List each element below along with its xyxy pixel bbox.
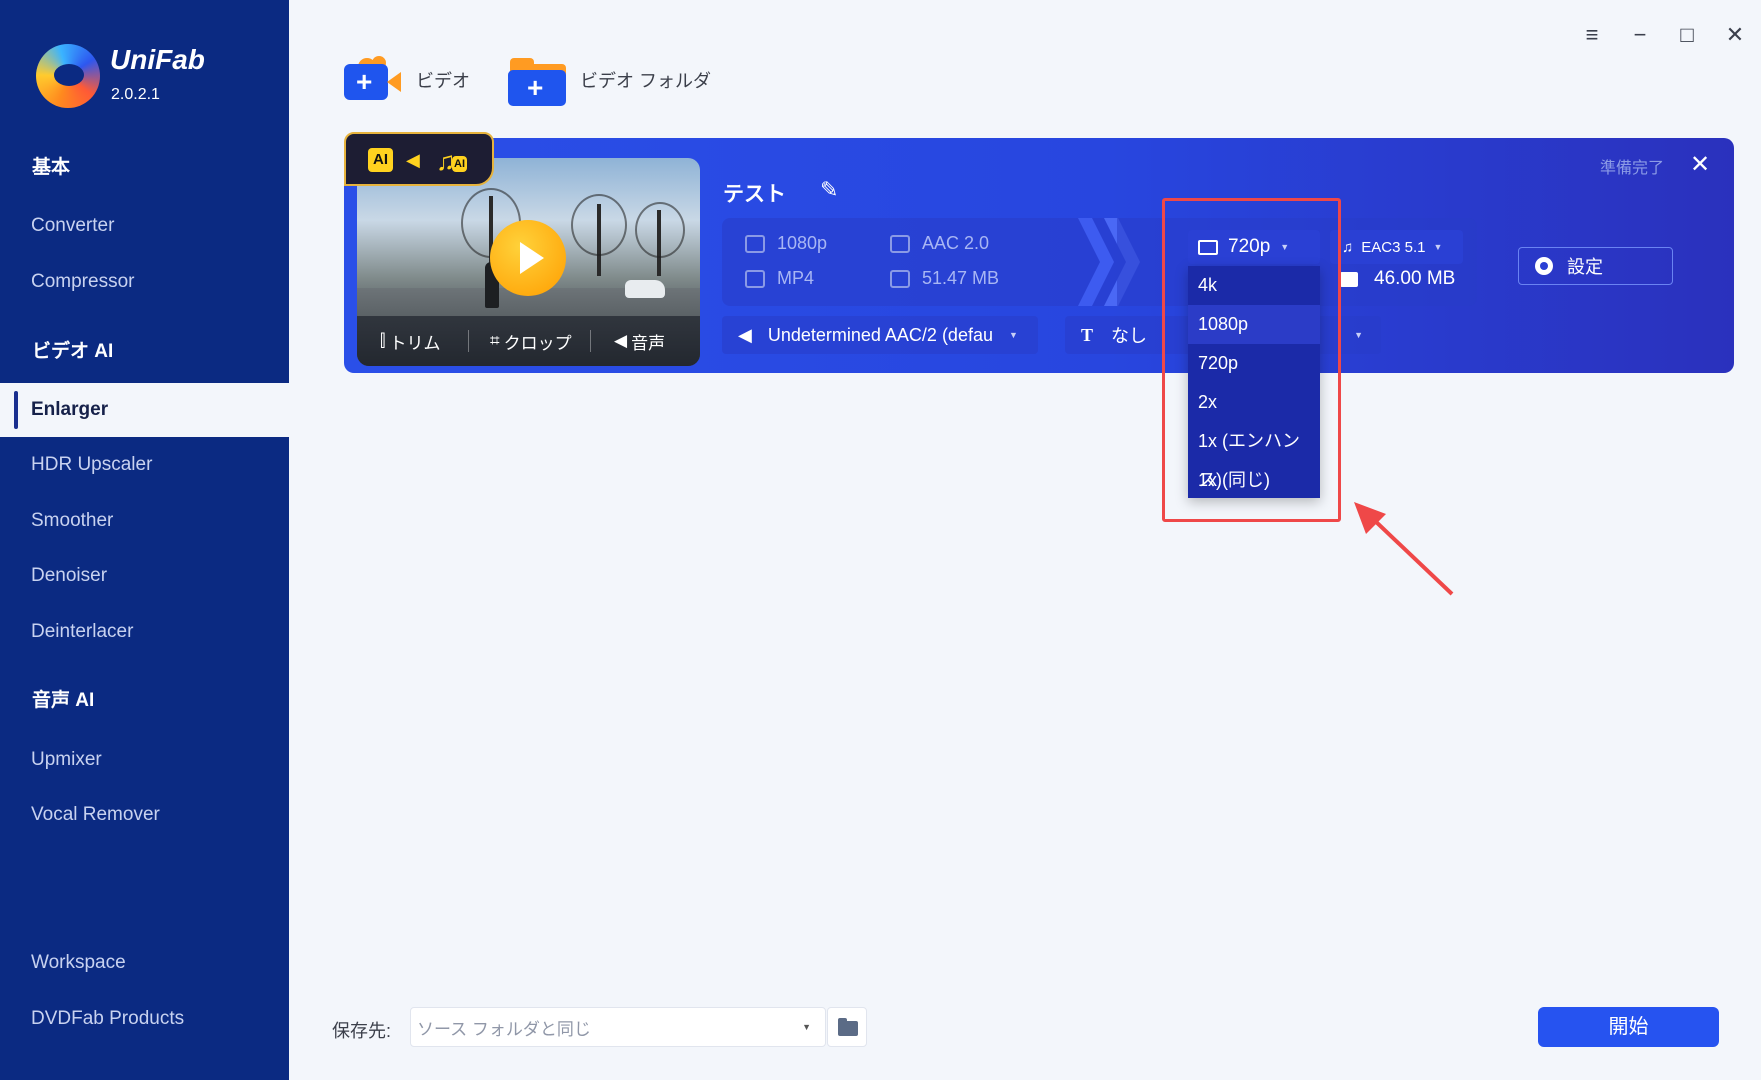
trim-label: トリム (389, 333, 441, 353)
music-icon (890, 234, 910, 253)
ai-video-badge-icon: AI (368, 148, 393, 172)
source-audio-value: AAC 2.0 (922, 233, 990, 253)
task-status: 準備完了 (1600, 160, 1665, 177)
sidebar-item-converter[interactable]: Converter (0, 199, 289, 253)
sidebar: UniFab 2.0.2.1 基本 Converter Compressor ビ… (0, 0, 289, 1080)
crop-button[interactable]: ⌗ クロップ (490, 326, 572, 356)
sidebar-item-vocal-remover[interactable]: Vocal Remover (0, 788, 289, 842)
text-icon: T (1081, 324, 1094, 345)
target-audio-value: EAC3 5.1 (1361, 238, 1426, 256)
target-size-value: 46.00 MB (1374, 268, 1456, 289)
speaker-icon: ◀ (738, 324, 752, 345)
add-folder-button[interactable]: + ビデオ フォルダ (508, 50, 711, 110)
sidebar-item-smoother[interactable]: Smoother (0, 494, 289, 548)
source-container-value: MP4 (777, 268, 815, 288)
trim-button[interactable]: ⫿ トリム (380, 326, 440, 356)
section-audio-ai: 音声 AI (32, 690, 95, 711)
add-video-button[interactable]: + ビデオ (344, 50, 470, 110)
section-basic: 基本 (32, 157, 71, 178)
chevron-down-icon: ▼ (1433, 242, 1443, 252)
sidebar-item-enlarger[interactable]: Enlarger (0, 383, 289, 437)
subtitle-value: なし (1111, 326, 1148, 346)
add-video-label: ビデオ (416, 71, 470, 91)
settings-button[interactable]: 設定 (1518, 247, 1673, 285)
music-icon: ♫ (1342, 238, 1354, 256)
speaker-icon: ◀ (614, 331, 628, 350)
ai-badge: AI ◀ ♫ AI (344, 132, 494, 186)
chevron-down-icon: ▼ (802, 1022, 811, 1032)
target-audio-select[interactable]: ♫ EAC3 5.1 ▼ (1330, 230, 1463, 264)
sidebar-item-deinterlacer[interactable]: Deinterlacer (0, 605, 289, 659)
source-container: MP4 (745, 268, 814, 289)
audio-track-value: Undetermined AAC/2 (defau (767, 324, 993, 345)
source-audio: AAC 2.0 (890, 233, 989, 254)
ai-audio-badge-label: AI (452, 156, 467, 172)
remove-task-icon[interactable]: ✕ (1690, 150, 1710, 179)
edit-title-icon[interactable]: ✎ (820, 177, 846, 203)
add-folder-icon: + (508, 54, 568, 106)
close-window-icon[interactable]: ✕ (1720, 20, 1750, 50)
source-size: 51.47 MB (890, 268, 999, 289)
camera-icon: ◀ (406, 150, 420, 170)
app-version: 2.0.2.1 (111, 86, 160, 103)
sidebar-item-dvdfab-products[interactable]: DVDFab Products (0, 992, 289, 1046)
chevron-down-icon: ▼ (1354, 330, 1363, 340)
source-resolution: 1080p (745, 233, 827, 254)
video-file-icon (745, 269, 765, 288)
crop-icon: ⌗ (490, 331, 500, 350)
highlight-box (1162, 198, 1341, 522)
unifab-logo-icon (36, 44, 100, 108)
sidebar-item-hdr-upscaler[interactable]: HDR Upscaler (0, 438, 289, 492)
start-button[interactable]: 開始 (1538, 1007, 1719, 1047)
play-icon[interactable] (490, 220, 566, 296)
sidebar-item-compressor[interactable]: Compressor (0, 255, 289, 309)
section-video-ai: ビデオ AI (32, 341, 114, 362)
add-video-icon: + (344, 54, 404, 106)
chevron-down-icon: ▼ (1008, 330, 1018, 340)
save-location-value: ソース フォルダと同じ (417, 1019, 591, 1039)
folder-icon (890, 269, 910, 288)
red-arrow-icon (1354, 502, 1454, 596)
settings-label: 設定 (1567, 257, 1603, 277)
app-name: UniFab (110, 44, 205, 75)
monitor-icon (745, 234, 765, 253)
browse-folder-button[interactable] (827, 1007, 867, 1047)
sidebar-item-upmixer[interactable]: Upmixer (0, 733, 289, 787)
target-size: 46.00 MB (1340, 268, 1455, 290)
save-location-label: 保存先: (332, 1021, 392, 1041)
crop-label: クロップ (503, 333, 572, 353)
source-resolution-value: 1080p (777, 233, 828, 253)
audio-label: 音声 (631, 333, 666, 353)
source-size-value: 51.47 MB (922, 268, 1000, 288)
save-location-select[interactable]: ソース フォルダと同じ ▼ (410, 1007, 826, 1047)
sidebar-item-denoiser[interactable]: Denoiser (0, 549, 289, 603)
gear-icon (1535, 257, 1553, 275)
add-folder-label: ビデオ フォルダ (580, 71, 712, 91)
maximize-icon[interactable]: □ (1672, 20, 1702, 50)
trim-icon: ⫿ (380, 331, 386, 350)
audio-button[interactable]: ◀ 音声 (614, 326, 665, 356)
minimize-icon[interactable]: − (1625, 20, 1655, 50)
audio-track-select[interactable]: ◀ Undetermined AAC/2 (defau ▼ (722, 316, 1038, 354)
source-info-panel (722, 218, 1117, 306)
folder-icon (1340, 271, 1358, 287)
sidebar-item-workspace[interactable]: Workspace (0, 936, 289, 990)
menu-icon[interactable]: ≡ (1577, 20, 1607, 50)
task-title: テスト (723, 183, 786, 206)
